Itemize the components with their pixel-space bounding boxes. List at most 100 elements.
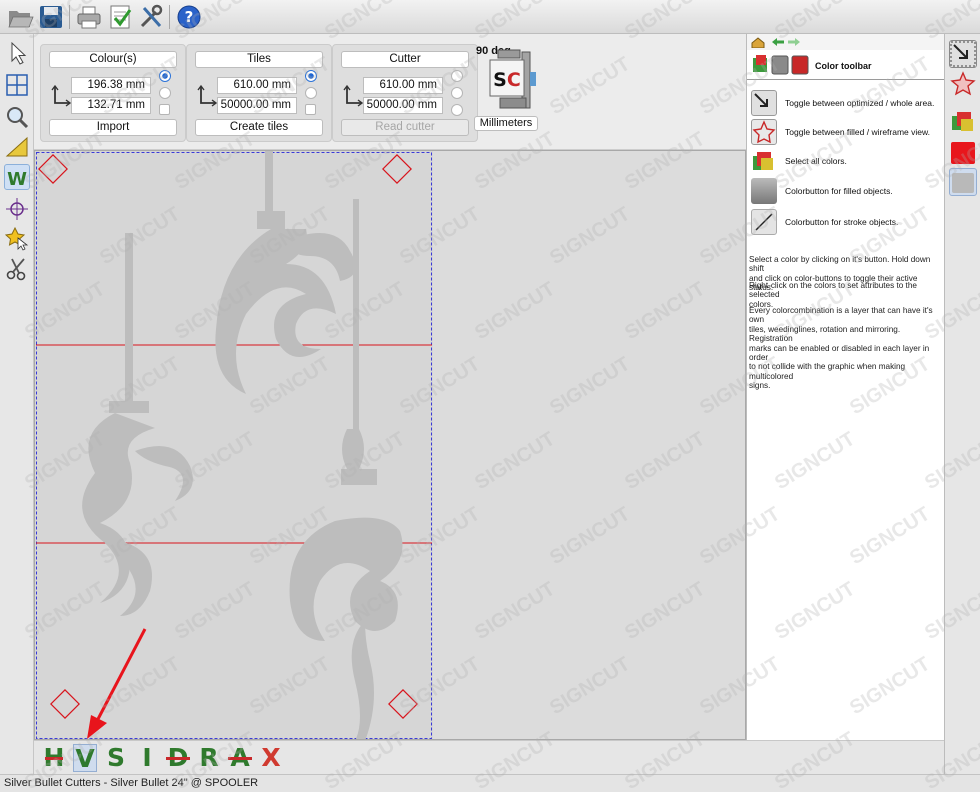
select-all-colors-button[interactable]	[949, 108, 977, 136]
layer-v-button[interactable]: V	[73, 744, 97, 773]
crosshair-icon	[6, 198, 28, 220]
main-toolbar: ?	[0, 0, 980, 34]
create-tiles-button[interactable]: Create tiles	[195, 119, 323, 136]
cutter-rotation-button[interactable]: SC	[486, 46, 542, 116]
cutter-radio-3[interactable]	[451, 104, 463, 116]
layer-x-button[interactable]: X	[259, 744, 283, 772]
red-color-button[interactable]	[949, 138, 977, 166]
colours-radio-1[interactable]	[159, 70, 171, 82]
forward-arrow-icon[interactable]	[787, 37, 801, 47]
print-button[interactable]	[75, 3, 103, 31]
help-header: Color toolbar	[747, 50, 944, 80]
colours-title: Colour(s)	[49, 51, 177, 68]
gray-color-button[interactable]	[949, 168, 977, 196]
colours-radio-2[interactable]	[159, 87, 171, 99]
axis-icon	[343, 84, 363, 107]
open-button[interactable]	[6, 3, 34, 31]
colours-checkbox[interactable]	[159, 104, 170, 115]
toolbar-separator	[69, 5, 70, 29]
pointer-icon	[11, 41, 27, 65]
weed-icon: W	[7, 169, 27, 190]
star-select-icon	[4, 226, 29, 251]
grid-icon	[6, 74, 28, 96]
layer-i-button[interactable]: I	[135, 744, 159, 772]
back-arrow-icon[interactable]	[771, 37, 785, 47]
registration-tool[interactable]	[4, 196, 30, 222]
help-line: Every colorcombination is a layer that c…	[749, 306, 933, 325]
layer-h-button[interactable]: H	[42, 744, 66, 772]
colours-height-field[interactable]: 132.71 mm	[71, 97, 151, 114]
read-cutter-button[interactable]: Read cutter	[341, 119, 469, 136]
home-icon[interactable]	[751, 36, 765, 48]
settings-button[interactable]	[137, 3, 165, 31]
zoom-tool[interactable]	[4, 104, 30, 130]
filled-color-icon	[751, 178, 777, 204]
layer-a-button[interactable]: A	[228, 744, 252, 772]
help-paragraph: Every colorcombination is a layer that c…	[749, 306, 943, 391]
axis-icon	[51, 84, 71, 107]
help-button[interactable]: ?	[175, 3, 203, 31]
wireframe-star-icon	[751, 119, 777, 145]
help-item: Colorbutton for filled objects.	[749, 178, 944, 208]
layer-r-button[interactable]: R	[197, 744, 221, 772]
wireframe-toggle-button[interactable]	[949, 70, 977, 98]
layer-bar: H V S I D R A X	[34, 740, 944, 774]
cutter-radio-1[interactable]	[451, 70, 463, 82]
colours-group: Colour(s) 196.38 mm 132.71 mm Import	[40, 44, 186, 142]
help-item: Toggle between filled / wireframe view.	[749, 119, 944, 149]
left-tool-column: W	[0, 34, 34, 774]
optimize-area-icon	[751, 90, 777, 116]
colours-width-field[interactable]: 196.38 mm	[71, 77, 151, 94]
scissors-tool[interactable]	[4, 256, 30, 282]
tiles-title: Tiles	[195, 51, 323, 68]
svg-text:?: ?	[185, 8, 194, 26]
red-color-swatch	[951, 142, 975, 164]
grid-tool[interactable]	[4, 72, 30, 98]
measure-tool[interactable]	[4, 134, 30, 160]
checklist-button[interactable]	[106, 3, 134, 31]
sc-cutter-icon: SC	[489, 49, 536, 109]
layer-letter: S	[106, 743, 125, 772]
cutter-width-field[interactable]: 610.00 mm	[363, 77, 443, 94]
help-line: Right-click on the colors to set attribu…	[749, 281, 917, 300]
tiles-radio-1[interactable]	[305, 70, 317, 82]
help-nav	[747, 34, 944, 50]
design-canvas[interactable]	[34, 150, 746, 740]
star-select-tool[interactable]	[4, 226, 30, 252]
folder-open-icon	[8, 11, 34, 28]
help-icon: ?	[177, 5, 201, 29]
color-toolbar	[944, 34, 980, 774]
layer-letter: V	[75, 744, 95, 773]
toolbar-separator	[169, 5, 170, 29]
import-button[interactable]: Import	[49, 119, 177, 136]
layer-stroke	[166, 757, 190, 760]
status-bar: Silver Bullet Cutters - Silver Bullet 24…	[0, 774, 980, 792]
save-button[interactable]	[37, 3, 65, 31]
wireframe-star-icon	[950, 71, 976, 96]
layer-s-button[interactable]: S	[104, 744, 128, 772]
weed-tool[interactable]: W	[4, 164, 30, 190]
help-line: to not collide with the graphic when mak…	[749, 362, 906, 381]
pointer-tool[interactable]	[4, 40, 30, 66]
all-colors-icon	[952, 112, 973, 131]
layer-d-button[interactable]: D	[166, 744, 190, 772]
tiles-radio-2[interactable]	[305, 87, 317, 99]
scissors-icon	[6, 258, 26, 281]
ruler-icon	[5, 136, 28, 157]
help-paragraph: Right-click on the colors to set attribu…	[749, 281, 943, 309]
units-button[interactable]: Millimeters	[474, 116, 538, 131]
tiles-width-field[interactable]: 610.00 mm	[217, 77, 297, 94]
cutter-radio-2[interactable]	[451, 87, 463, 99]
parameter-panel: Colour(s) 196.38 mm 132.71 mm Import Til…	[34, 34, 746, 150]
svg-text:SC: SC	[493, 69, 521, 91]
cutter-height-field[interactable]: 50000.00 mm	[363, 97, 443, 114]
optimize-area-button[interactable]	[949, 40, 977, 68]
help-item-text: Toggle between optimized / whole area.	[785, 98, 935, 108]
tiles-checkbox[interactable]	[305, 104, 316, 115]
layer-letter: X	[261, 743, 281, 772]
tiles-group: Tiles 610.00 mm 50000.00 mm Create tiles	[186, 44, 332, 142]
color-toolbar-icon	[753, 55, 809, 75]
tiles-height-field[interactable]: 50000.00 mm	[217, 97, 297, 114]
layer-letter: R	[199, 743, 219, 772]
help-item-text: Colorbutton for stroke objects.	[785, 217, 899, 227]
